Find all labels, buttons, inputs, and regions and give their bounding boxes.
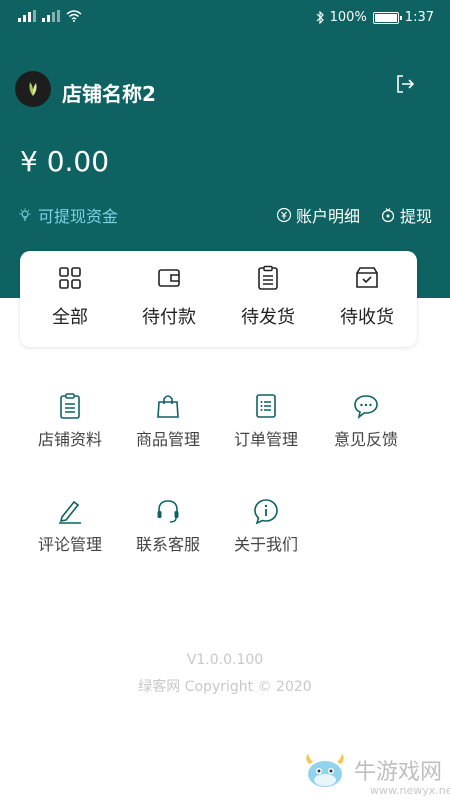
status-bar: 100% 1:37 — [0, 0, 450, 36]
copyright-text: 绿客网 Copyright © 2020 — [138, 679, 312, 695]
signal-icon-2 — [42, 10, 60, 22]
menu-about-us[interactable]: 关于我们 — [216, 497, 316, 555]
withdraw-icon — [381, 208, 395, 223]
menu-customer-service[interactable]: 联系客服 — [118, 497, 218, 555]
order-tab-label: 待收货 — [340, 307, 394, 328]
menu-label: 关于我们 — [233, 535, 298, 554]
menu-label: 评论管理 — [37, 535, 102, 554]
watermark-brand: 牛游戏网 — [354, 760, 443, 785]
menu-feedback[interactable]: 意见反馈 — [316, 392, 416, 450]
order-tab-pending-shipment[interactable]: 待发货 — [223, 265, 313, 329]
balance-amount: ¥ 0.00 — [20, 145, 110, 178]
order-tab-label: 待发货 — [241, 307, 295, 328]
status-right: 100% 1:37 — [316, 10, 434, 25]
clock: 1:37 — [404, 10, 434, 25]
cow-mascot-icon — [306, 754, 344, 787]
wifi-icon — [66, 10, 82, 22]
headset-icon — [157, 500, 179, 523]
store-avatar[interactable] — [15, 71, 51, 107]
clipboard-icon — [258, 265, 278, 290]
menu-product-management[interactable]: 商品管理 — [118, 392, 218, 450]
app-version: V1.0.0.100 — [186, 652, 264, 668]
withdraw-label: 提现 — [400, 207, 433, 226]
battery-percent: 100% — [329, 10, 367, 25]
leaf-logo-icon — [29, 82, 37, 96]
order-tab-label: 全部 — [52, 307, 88, 328]
wallet-icon — [158, 269, 180, 287]
withdrawable-label: 可提现资金 — [38, 207, 119, 226]
shopping-bag-icon — [157, 395, 179, 418]
clipboard-icon — [60, 393, 80, 419]
signal-icon — [18, 10, 36, 22]
watermark-url: www.newyx.net — [370, 784, 450, 797]
order-status-card: 全部 待付款 待发货 待收货 — [20, 251, 417, 347]
order-tab-label: 待付款 — [142, 307, 196, 328]
order-tab-all[interactable]: 全部 — [25, 265, 115, 329]
menu-review-management[interactable]: 评论管理 — [20, 497, 120, 555]
menu-label: 意见反馈 — [333, 430, 398, 449]
account-detail-label: 账户明细 — [296, 207, 361, 226]
menu-store-info[interactable]: 店铺资料 — [20, 392, 120, 450]
bluetooth-icon — [316, 11, 324, 24]
menu-label: 订单管理 — [233, 430, 298, 449]
box-check-icon — [356, 267, 378, 288]
battery-icon — [372, 11, 402, 24]
info-icon — [254, 499, 278, 525]
menu-label: 店铺资料 — [37, 430, 102, 449]
order-tab-pending-payment[interactable]: 待付款 — [124, 265, 214, 329]
yen-circle-icon — [276, 207, 292, 223]
signal-indicators — [18, 10, 82, 22]
lightbulb-icon — [19, 208, 31, 221]
chat-icon — [354, 395, 378, 419]
menu-label: 商品管理 — [135, 430, 200, 449]
logout-icon[interactable] — [393, 72, 417, 96]
order-tab-pending-receipt[interactable]: 待收货 — [322, 265, 412, 329]
pen-icon — [59, 500, 81, 524]
withdrawable-funds[interactable]: 可提现资金 — [18, 203, 118, 227]
list-icon — [256, 394, 276, 418]
store-name: 店铺名称2 — [62, 82, 156, 106]
withdraw-link[interactable]: 提现 — [380, 203, 432, 227]
account-detail-link[interactable]: 账户明细 — [276, 203, 360, 227]
grid-icon — [59, 267, 81, 289]
menu-label: 联系客服 — [135, 535, 200, 554]
menu-order-management[interactable]: 订单管理 — [216, 392, 316, 450]
